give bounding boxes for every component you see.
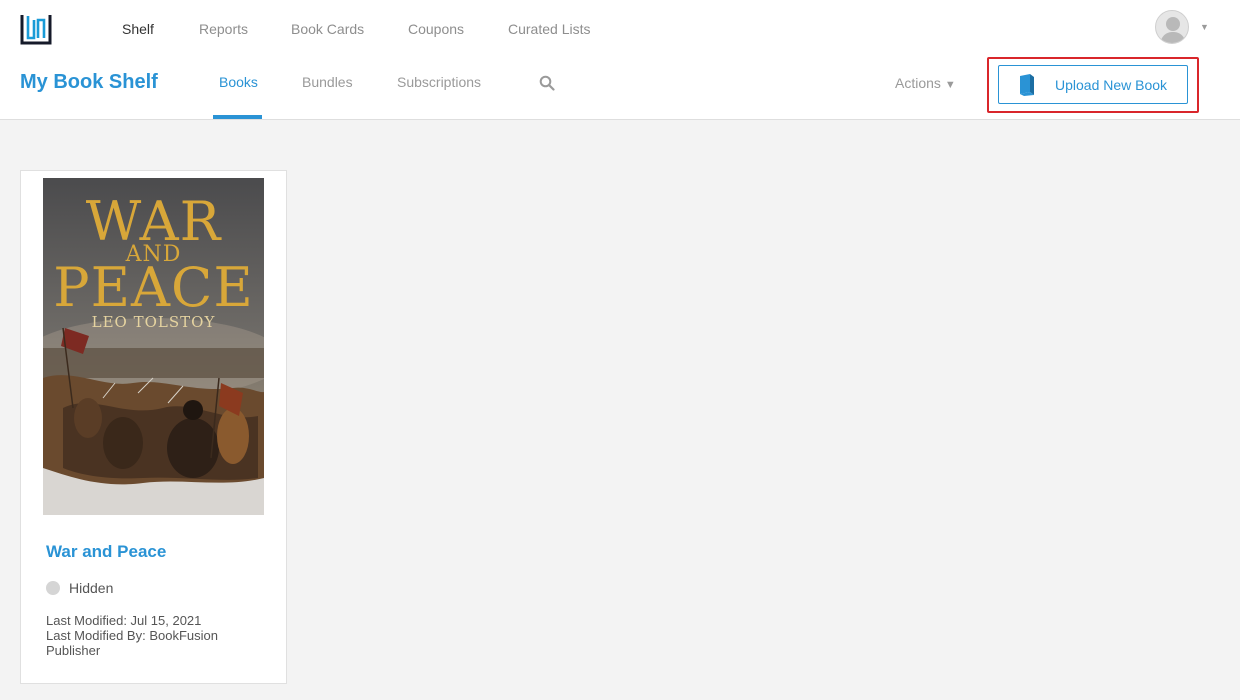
tab-subscriptions[interactable]: Subscriptions xyxy=(397,74,481,90)
book-title-link[interactable]: War and Peace xyxy=(46,542,166,562)
top-nav-shelf[interactable]: Shelf xyxy=(122,21,154,37)
tab-bundles[interactable]: Bundles xyxy=(302,74,353,90)
account-menu[interactable]: ▼ xyxy=(1155,10,1211,44)
book-card: WAR AND PEACE LEO TOLSTOY War and Peace … xyxy=(20,170,287,684)
search-icon[interactable] xyxy=(539,75,555,91)
bookfusion-logo-icon[interactable] xyxy=(19,12,53,46)
actions-label: Actions xyxy=(895,75,941,91)
status-label: Hidden xyxy=(69,580,114,596)
upload-new-book-button[interactable]: Upload New Book xyxy=(998,65,1188,104)
page-title: My Book Shelf xyxy=(20,71,158,93)
header: Shelf Reports Book Cards Coupons Curated… xyxy=(0,0,1240,120)
actions-dropdown[interactable]: Actions ▼ xyxy=(895,75,956,91)
active-tab-indicator xyxy=(213,115,262,119)
last-modified: Last Modified: Jul 15, 2021 xyxy=(46,613,202,628)
last-modified-by: Last Modified By: BookFusion Publisher xyxy=(46,628,218,658)
avatar xyxy=(1155,10,1189,44)
top-nav-coupons[interactable]: Coupons xyxy=(408,21,464,37)
top-nav-book-cards[interactable]: Book Cards xyxy=(291,21,364,37)
caret-down-icon: ▼ xyxy=(944,79,956,91)
user-icon xyxy=(1160,17,1186,43)
status-dot xyxy=(46,581,60,595)
book-meta: Last Modified: Jul 15, 2021 Last Modifie… xyxy=(46,613,266,658)
upload-button-label: Upload New Book xyxy=(1055,77,1168,93)
book-cover[interactable]: WAR AND PEACE LEO TOLSTOY xyxy=(43,178,264,515)
book-icon xyxy=(1020,74,1034,96)
cover-title-line3: PEACE xyxy=(53,256,254,319)
top-nav-reports[interactable]: Reports xyxy=(199,21,248,37)
chevron-down-icon: ▼ xyxy=(1200,22,1209,32)
tab-books[interactable]: Books xyxy=(219,74,258,90)
top-nav-curated-lists[interactable]: Curated Lists xyxy=(508,21,590,37)
cover-author: LEO TOLSTOY xyxy=(91,313,216,331)
